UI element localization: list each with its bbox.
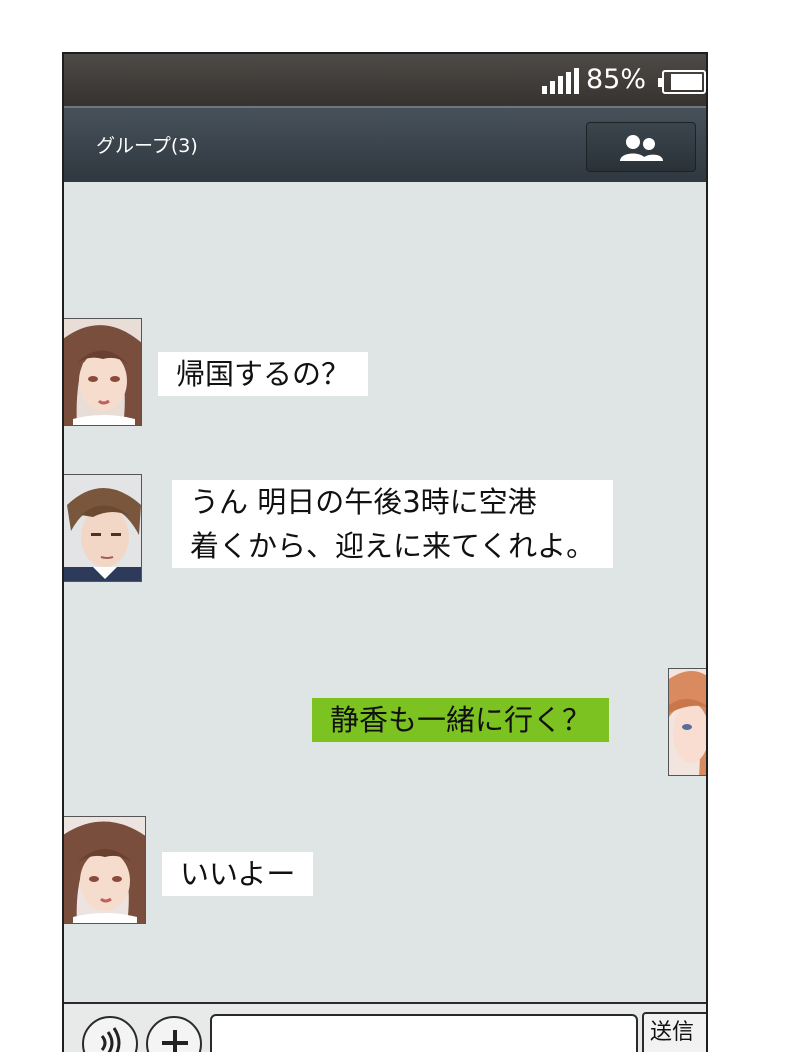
chat-area: 帰国するの？ うん 明日の午後3時に空港 着くから、迎えに来てくれよ。 静香も一… bbox=[64, 182, 706, 1002]
plus-icon bbox=[162, 1030, 188, 1052]
voice-icon bbox=[100, 1027, 121, 1052]
phone-screen: 85% グループ(3) 帰国するの？ うん 明日の午後3時に空港 着くから、迎え… bbox=[62, 52, 708, 1052]
message-bubble-incoming: うん 明日の午後3時に空港 着くから、迎えに来てくれよ。 bbox=[172, 480, 614, 568]
battery-fill bbox=[671, 74, 702, 90]
add-button[interactable] bbox=[146, 1016, 202, 1052]
members-button[interactable] bbox=[586, 122, 696, 172]
message-bubble-outgoing: 静香も一緒に行く？ bbox=[312, 698, 610, 742]
voice-button[interactable] bbox=[82, 1016, 138, 1052]
send-button[interactable]: 送信 bbox=[642, 1012, 706, 1052]
avatar-self bbox=[668, 668, 706, 776]
battery-icon bbox=[658, 70, 706, 94]
signal-icon bbox=[542, 68, 580, 94]
avatar-woman bbox=[64, 816, 146, 924]
message-text: 静香も一緒に行く？ bbox=[330, 703, 592, 737]
battery-percent: 85% bbox=[586, 64, 647, 95]
message-text: 帰国するの？ bbox=[176, 357, 351, 391]
message-text: いいよー bbox=[180, 857, 296, 891]
message-text: 着くから、迎えに来てくれよ。 bbox=[190, 529, 596, 563]
status-bar: 85% bbox=[64, 54, 706, 106]
input-bar: 送信 bbox=[64, 1002, 706, 1052]
group-title: グループ(3) bbox=[96, 135, 198, 157]
avatar-woman bbox=[64, 318, 142, 426]
message-input[interactable] bbox=[210, 1014, 638, 1052]
chat-header: グループ(3) bbox=[64, 106, 706, 182]
message-text: うん 明日の午後3時に空港 bbox=[190, 485, 537, 519]
message-bubble-incoming: 帰国するの？ bbox=[158, 352, 369, 396]
people-icon bbox=[620, 135, 663, 161]
avatar-man bbox=[64, 474, 142, 582]
message-bubble-incoming: いいよー bbox=[162, 852, 314, 896]
